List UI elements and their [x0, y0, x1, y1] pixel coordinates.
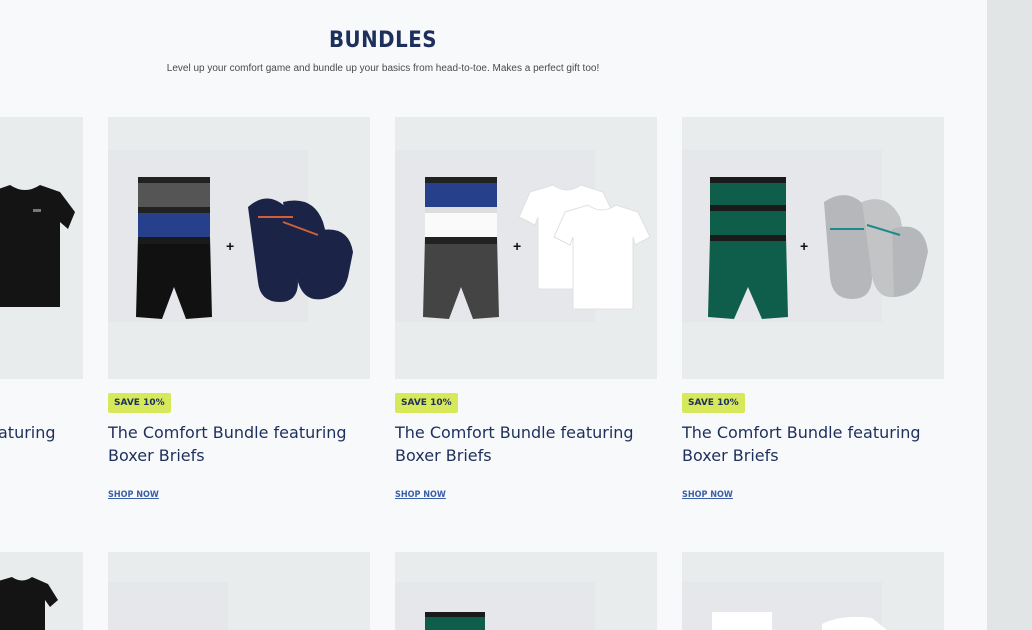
svg-text:+: +	[513, 238, 521, 254]
green-briefs-socks-image: +	[708, 177, 928, 319]
product-title-line1: The Comfort Bundle featuring	[108, 423, 347, 442]
product-image-tshirt-partial[interactable]	[0, 117, 83, 379]
page-scrollbar[interactable]	[987, 0, 1032, 630]
section-title: BUNDLES	[328, 28, 438, 53]
svg-text:+: +	[226, 238, 234, 254]
product-image-bundle-grey-socks[interactable]: +	[682, 117, 944, 379]
shop-now-link[interactable]: SHOP NOW	[395, 490, 446, 500]
discount-badge: SAVE 10%	[395, 393, 458, 413]
product-title-partial[interactable]: aturing	[0, 421, 56, 444]
product-title-line2: Boxer Briefs	[395, 446, 492, 465]
product-title-line2: Boxer Briefs	[108, 446, 205, 465]
green-briefs-image	[425, 612, 485, 630]
tshirt-image	[0, 577, 58, 630]
product-title[interactable]: The Comfort Bundle featuring Boxer Brief…	[108, 421, 370, 467]
product-title-line1: The Comfort Bundle featuring	[395, 423, 634, 442]
product-image-bundle-tshirts[interactable]: +	[395, 117, 657, 379]
product-image-row2[interactable]	[682, 552, 944, 630]
product-image-row2-partial[interactable]	[0, 552, 83, 630]
discount-badge: SAVE 10%	[682, 393, 745, 413]
discount-badge: SAVE 10%	[108, 393, 171, 413]
product-image-row2[interactable]	[108, 552, 370, 630]
product-title[interactable]: The Comfort Bundle featuring Boxer Brief…	[395, 421, 657, 467]
tshirt-image	[0, 185, 75, 307]
product-title[interactable]: The Comfort Bundle featuring Boxer Brief…	[682, 421, 944, 467]
white-briefs-image	[712, 612, 887, 630]
shop-now-link[interactable]: SHOP NOW	[682, 490, 733, 500]
svg-text:+: +	[800, 238, 808, 254]
boxer-briefs-tshirts-image: +	[423, 177, 651, 319]
boxer-briefs-socks-image: +	[136, 177, 353, 319]
product-title-line2: Boxer Briefs	[682, 446, 779, 465]
shop-now-link[interactable]: SHOP NOW	[108, 490, 159, 500]
product-title-line1: The Comfort Bundle featuring	[682, 423, 921, 442]
product-image-bundle-socks[interactable]: +	[108, 117, 370, 379]
section-subtitle: Level up your comfort game and bundle up…	[166, 63, 600, 74]
product-image-row2[interactable]	[395, 552, 657, 630]
